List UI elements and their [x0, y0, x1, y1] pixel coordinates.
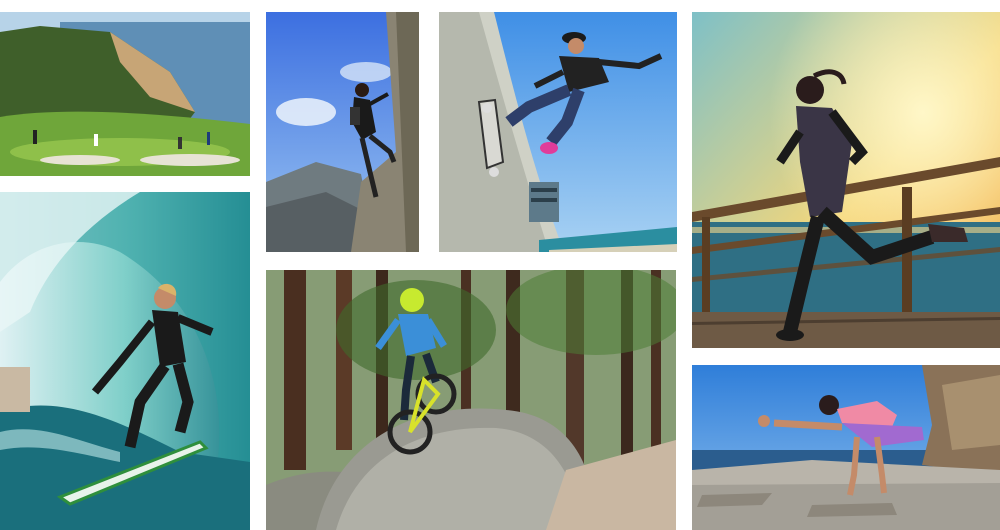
rock-climber-photo [266, 12, 419, 252]
skateboarder-photo [439, 12, 677, 252]
surfer-barrel-wave-photo [0, 192, 250, 530]
yoga-on-rocks-photo [692, 365, 1000, 530]
coastal-golf-course-photo [0, 12, 250, 176]
runner-sunset-pier-photo [692, 12, 1000, 348]
mountain-biker-forest-photo [266, 270, 676, 530]
